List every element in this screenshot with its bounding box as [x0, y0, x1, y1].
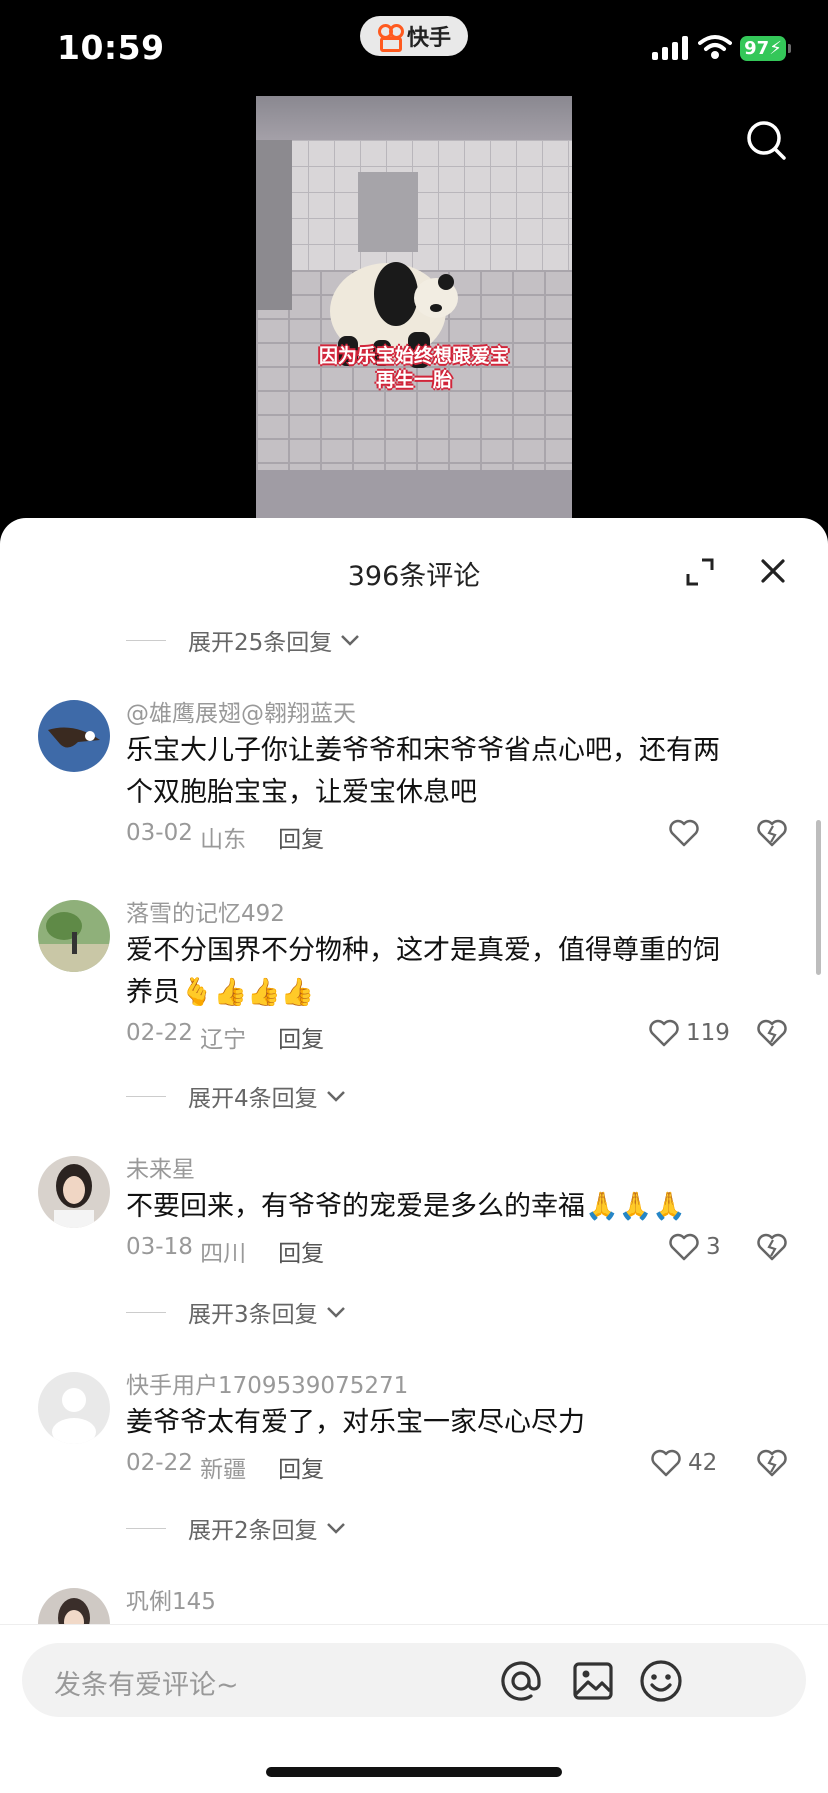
expand-replies-label: 展开25条回复: [188, 630, 333, 656]
comment-region: 山东: [200, 827, 247, 853]
avatar[interactable]: [38, 700, 110, 772]
avatar[interactable]: [38, 900, 110, 972]
comment-region: 四川: [200, 1241, 247, 1267]
comment-username[interactable]: 未来星: [126, 1150, 195, 1184]
wifi-icon: [698, 35, 732, 59]
comment-date: 03-02: [126, 820, 193, 846]
comment-username[interactable]: 落雪的记忆492: [126, 894, 285, 928]
broken-heart-icon[interactable]: [756, 1232, 788, 1262]
broken-heart-icon[interactable]: [756, 1448, 788, 1478]
like-count: 119: [686, 1020, 730, 1046]
like-button[interactable]: 3: [668, 1232, 721, 1262]
reply-button[interactable]: 回复: [278, 820, 324, 854]
kuaishou-logo-icon: [377, 24, 404, 52]
comment-text: 不要回来，有爷爷的宠爱是多么的幸福🙏🙏🙏: [126, 1191, 686, 1222]
broken-heart-icon[interactable]: [756, 1018, 788, 1048]
expand-replies-button[interactable]: 展开2条回复: [126, 1508, 346, 1548]
expand-replies-label: 展开3条回复: [188, 1302, 318, 1328]
avatar[interactable]: [38, 1372, 110, 1444]
battery-indicator: 97 ⚡: [740, 36, 791, 61]
broken-heart-icon[interactable]: [756, 818, 788, 848]
comment-region: 辽宁: [200, 1027, 247, 1053]
like-button[interactable]: [668, 818, 700, 848]
cellular-signal-icon: [652, 36, 690, 60]
scrollbar[interactable]: [816, 820, 821, 975]
avatar[interactable]: [38, 1588, 110, 1624]
comment-text: 姜爷爷太有爱了，对乐宝一家尽心尽力: [126, 1407, 585, 1438]
video-caption-line2: 再生一胎: [375, 369, 452, 391]
chevron-down-icon: [326, 1307, 345, 1318]
status-time: 10:59: [57, 28, 165, 67]
chevron-down-icon: [341, 635, 360, 646]
comment-username[interactable]: 快手用户1709539075271: [126, 1366, 408, 1400]
chevron-down-icon: [326, 1523, 345, 1534]
heart-icon: [669, 1233, 699, 1261]
close-icon[interactable]: [758, 556, 788, 586]
expand-icon[interactable]: [684, 556, 716, 588]
avatar[interactable]: [38, 1156, 110, 1228]
app-indicator-pill[interactable]: 快手: [360, 16, 468, 56]
like-count: 42: [688, 1450, 718, 1476]
mention-icon[interactable]: [498, 1658, 544, 1704]
comment-meta: 02-22 新疆 回复: [126, 1450, 324, 1484]
image-icon[interactable]: [570, 1658, 616, 1704]
comment-username[interactable]: @雄鹰展翅@翱翔蓝天: [126, 694, 356, 728]
heart-icon: [649, 1019, 679, 1047]
app-name: 快手: [406, 26, 451, 51]
like-button[interactable]: 42: [650, 1448, 717, 1478]
expand-replies-label: 展开4条回复: [188, 1086, 318, 1112]
comment-meta: 03-18 四川 回复: [126, 1234, 324, 1268]
comment-input-placeholder: 发条有爱评论~: [54, 1670, 239, 1701]
reply-button[interactable]: 回复: [278, 1020, 324, 1054]
expand-replies-button[interactable]: 展开3条回复: [126, 1292, 346, 1332]
comment-input-bar: 发条有爱评论~: [0, 1624, 828, 1793]
sheet-header: 396条评论: [0, 544, 828, 604]
comment-meta: 03-02 山东 回复: [126, 820, 324, 854]
comment-date: 02-22: [126, 1020, 193, 1046]
status-bar: 10:59 快手 97 ⚡: [0, 0, 828, 100]
heart-icon: [669, 819, 699, 847]
expand-replies-button[interactable]: 展开4条回复: [126, 1076, 346, 1116]
comment-date: 03-18: [126, 1234, 193, 1260]
video-caption-line1: 因为乐宝始终想跟爱宝: [318, 345, 509, 367]
comment-date: 02-22: [126, 1450, 193, 1476]
comment-region: 新疆: [200, 1457, 247, 1483]
expand-replies-button[interactable]: 展开25条回复: [126, 620, 360, 660]
battery-level: 97: [744, 38, 770, 59]
emoji-icon[interactable]: [638, 1658, 684, 1704]
expand-replies-label: 展开2条回复: [188, 1518, 318, 1544]
like-button[interactable]: 119: [648, 1018, 730, 1048]
comment-meta: 02-22 辽宁 回复: [126, 1020, 324, 1054]
comments-sheet: 396条评论 展开25条回复 @雄鹰展翅@翱翔蓝天 乐宝大儿子你让姜爷爷和宋爷爷…: [0, 518, 828, 1792]
heart-icon: [651, 1449, 681, 1477]
chevron-down-icon: [326, 1091, 345, 1102]
like-count: 3: [706, 1234, 721, 1260]
comment-username[interactable]: 巩俐145: [126, 1582, 216, 1616]
reply-button[interactable]: 回复: [278, 1450, 324, 1484]
comment-text: 爱不分国界不分物种，这才是真爱，值得尊重的饲 养员🫰👍👍👍: [126, 935, 720, 1008]
video-thumbnail[interactable]: 因为乐宝始终想跟爱宝 再生一胎: [256, 96, 572, 526]
comment-text: 乐宝大儿子你让姜爷爷和宋爷爷省点心吧，还有两 个双胞胎宝宝，让爱宝休息吧: [126, 735, 720, 808]
search-icon[interactable]: [744, 118, 788, 162]
doorframe: [256, 140, 292, 310]
home-indicator[interactable]: [266, 1767, 562, 1777]
comment-input[interactable]: 发条有爱评论~: [22, 1643, 806, 1717]
reply-button[interactable]: 回复: [278, 1234, 324, 1268]
